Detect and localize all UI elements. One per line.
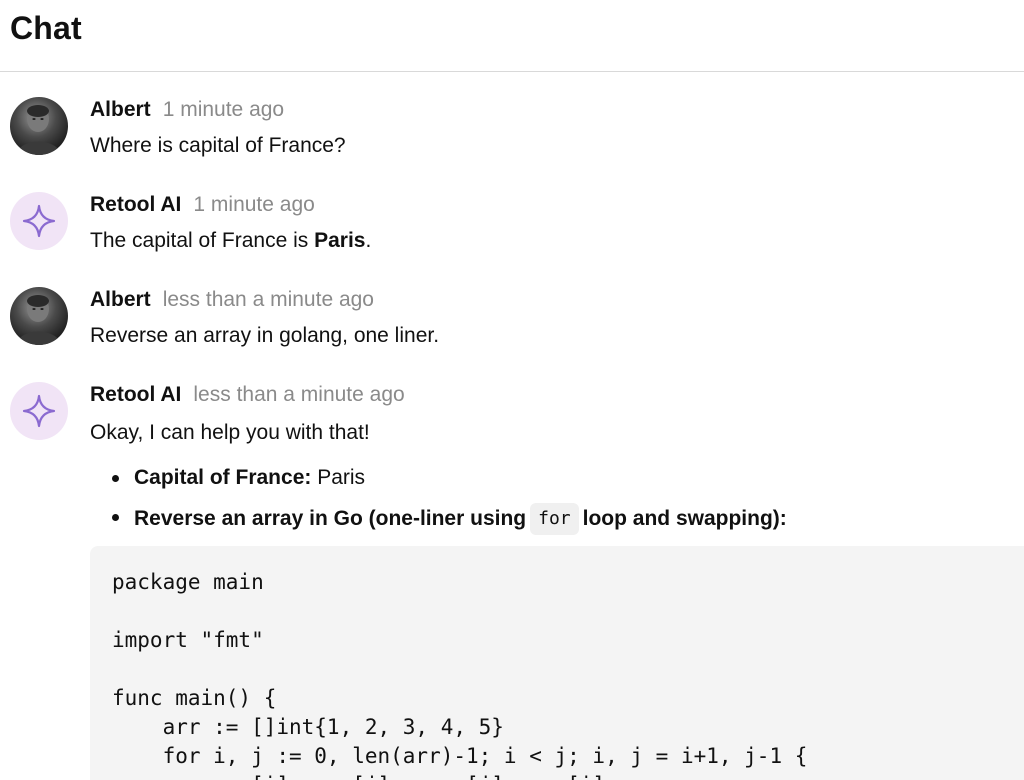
bullet-value: Paris xyxy=(311,466,366,489)
code-line: func main() { xyxy=(112,686,277,710)
message-timestamp: less than a minute ago xyxy=(193,383,405,406)
message-timestamp: less than a minute ago xyxy=(162,288,374,311)
avatar[interactable] xyxy=(10,192,68,250)
message-author: Retool AI xyxy=(90,383,182,406)
message-text: Where is capital of France? xyxy=(90,134,346,157)
code-line: arr := []int{1, 2, 3, 4, 5} xyxy=(112,715,504,739)
message-text: Okay, I can help you with that! xyxy=(90,421,370,444)
message-timestamp: 1 minute ago xyxy=(162,98,285,121)
avatar[interactable] xyxy=(10,97,68,155)
code-line: for i, j := 0, len(arr)-1; i < j; i, j =… xyxy=(112,744,808,768)
message-author: Albert xyxy=(90,288,151,311)
avatar[interactable] xyxy=(10,382,68,440)
bullet-label: Capital of France: xyxy=(134,466,312,489)
message-text-bold: Paris xyxy=(314,229,366,252)
code-block[interactable]: package main import "fmt" func main() { ar… xyxy=(90,546,1024,780)
message-text: Reverse an array in golang, one liner. xyxy=(90,324,440,347)
bullet-text: Capital of France: Paris xyxy=(134,465,365,491)
message-author: Albert xyxy=(90,98,151,121)
inline-code: for xyxy=(530,503,579,535)
bullet-text: Reverse an array in Go (one-liner using f… xyxy=(134,503,787,536)
user-photo-icon xyxy=(16,295,62,345)
message-author: Retool AI xyxy=(90,193,182,216)
code-content: package main import "fmt" func main() { ar… xyxy=(112,568,807,780)
bullet-label: Reverse an array in Go (one-liner using xyxy=(134,507,527,530)
code-line: arr[i], arr[j] = arr[j], arr[i] xyxy=(112,771,807,780)
message-text-part: The capital of France is xyxy=(90,229,315,252)
message-meta: Albert less than a minute ago xyxy=(90,287,374,313)
message-meta: Retool AI 1 minute ago xyxy=(90,192,315,218)
sparkle-icon xyxy=(22,394,56,428)
user-photo-icon xyxy=(16,105,62,155)
page-title: Chat xyxy=(10,10,82,46)
code-line: import "fmt" xyxy=(112,628,264,652)
bullet-dot xyxy=(112,514,119,521)
sparkle-icon xyxy=(22,204,56,238)
chat-app: Chat Albert 1 minute ago Where is capital… xyxy=(0,0,1024,780)
chat-header: Chat xyxy=(0,0,1024,72)
message-text-part: . xyxy=(365,229,372,252)
message-meta: Albert 1 minute ago xyxy=(90,97,284,123)
code-line: package main xyxy=(112,570,264,594)
bullet-label: loop and swapping): xyxy=(582,507,787,530)
message-timestamp: 1 minute ago xyxy=(193,193,315,216)
message-text: The capital of France is Paris. xyxy=(90,228,371,254)
message-meta: Retool AI less than a minute ago xyxy=(90,382,405,408)
bullet-dot xyxy=(112,475,119,482)
avatar[interactable] xyxy=(10,287,68,345)
